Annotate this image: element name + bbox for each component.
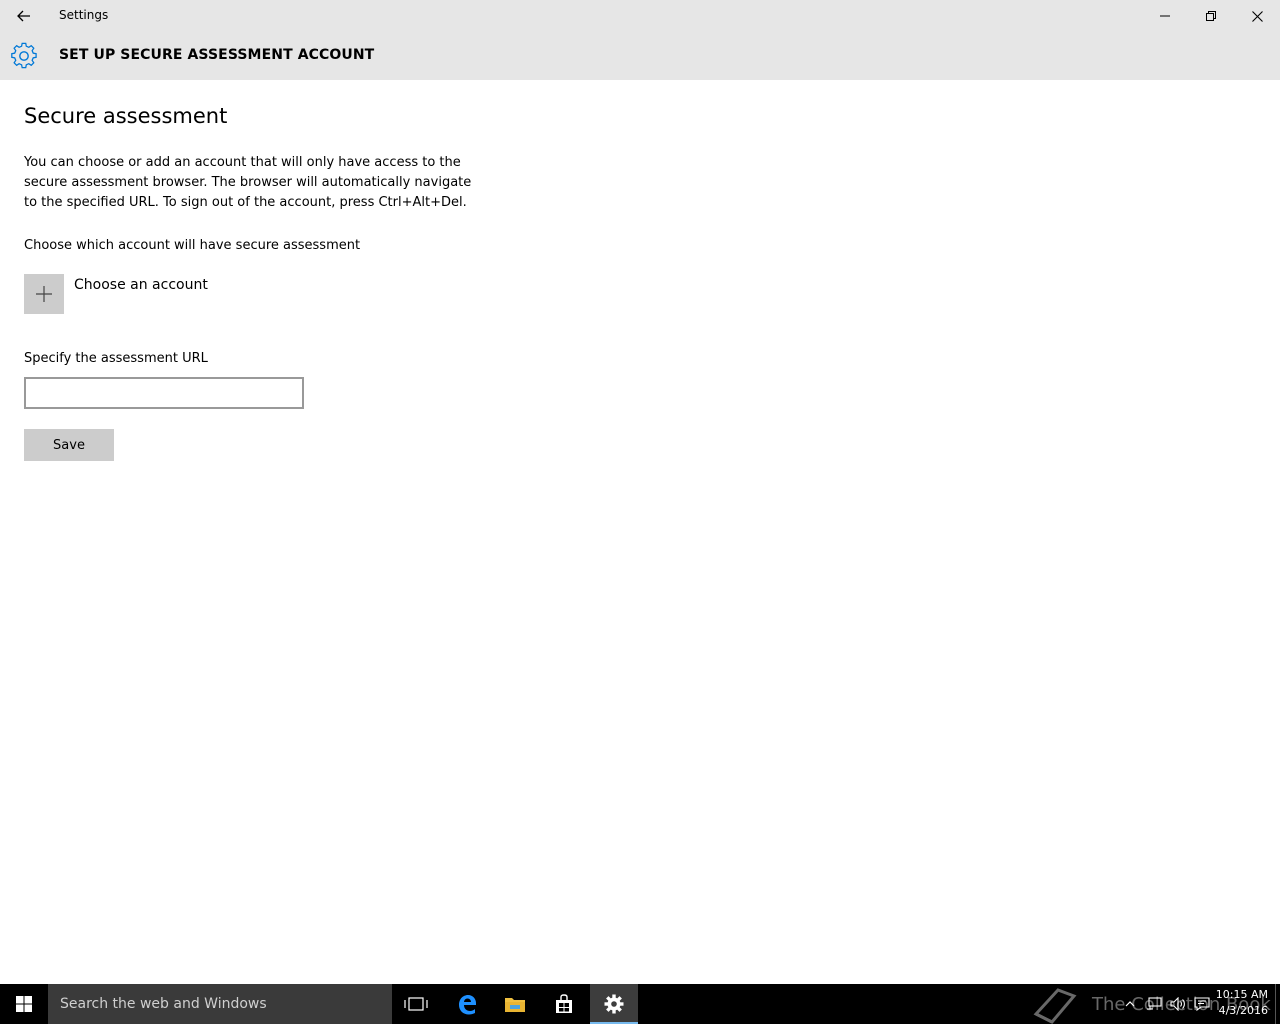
url-label: Specify the assessment URL (24, 351, 208, 366)
gear-icon (604, 994, 624, 1014)
add-account-tile[interactable] (24, 274, 64, 314)
store-button[interactable] (540, 984, 588, 1024)
search-placeholder: Search the web and Windows (60, 996, 267, 1012)
clock-time: 10:15 AM (1215, 988, 1268, 1001)
settings-taskbar-button[interactable] (590, 984, 638, 1024)
edge-icon (459, 995, 476, 1015)
close-icon (1251, 10, 1263, 22)
page-title: Secure assessment (24, 104, 228, 128)
description-text: You can choose or add an account that wi… (24, 155, 472, 210)
network-icon (1147, 997, 1162, 1010)
app-title: Settings (59, 8, 109, 22)
show-desktop-button[interactable] (1275, 984, 1280, 1024)
minimize-button[interactable] (1142, 0, 1188, 32)
chevron-up-icon (1125, 1001, 1135, 1007)
taskbar-clock[interactable]: 10:15 AM 4/3/2016 (1214, 987, 1268, 1019)
clock-date: 4/3/2016 (1218, 1004, 1268, 1017)
task-view-icon (404, 997, 428, 1011)
folder-icon (505, 998, 525, 1012)
show-hidden-icons-button[interactable] (1118, 984, 1142, 1024)
file-explorer-button[interactable] (491, 984, 539, 1024)
choose-account-button[interactable]: Choose an account (24, 274, 208, 314)
volume-button[interactable] (1166, 984, 1190, 1024)
task-view-button[interactable] (392, 984, 440, 1024)
choose-account-text: Choose an account (74, 277, 208, 293)
minimize-icon (1160, 15, 1170, 17)
gear-icon (11, 42, 37, 69)
save-button[interactable]: Save (24, 429, 114, 461)
close-button[interactable] (1234, 0, 1280, 32)
taskbar: Search the web and Windows The Collectio… (0, 984, 1280, 1024)
back-arrow-icon (17, 10, 30, 22)
restore-button[interactable] (1188, 0, 1234, 32)
taskbar-search[interactable]: Search the web and Windows (48, 984, 392, 1024)
header-title: SET UP SECURE ASSESSMENT ACCOUNT (59, 47, 375, 63)
page-header: SET UP SECURE ASSESSMENT ACCOUNT (0, 32, 1280, 80)
start-button[interactable] (0, 984, 48, 1024)
title-bar: Settings (0, 0, 1280, 32)
restore-icon (1206, 11, 1216, 21)
windows-logo-icon (16, 996, 32, 1012)
choose-account-label: Choose which account will have secure as… (24, 238, 361, 253)
edge-button[interactable] (443, 984, 491, 1024)
action-center-button[interactable] (1190, 984, 1214, 1024)
assessment-url-input[interactable] (24, 377, 304, 409)
system-tray (1118, 984, 1214, 1024)
book-icon (1033, 988, 1077, 1024)
back-button[interactable] (0, 0, 48, 32)
network-button[interactable] (1142, 984, 1166, 1024)
notification-icon (1194, 997, 1210, 1011)
plus-icon (36, 286, 52, 302)
volume-icon (1170, 997, 1185, 1011)
store-icon (556, 994, 572, 1013)
